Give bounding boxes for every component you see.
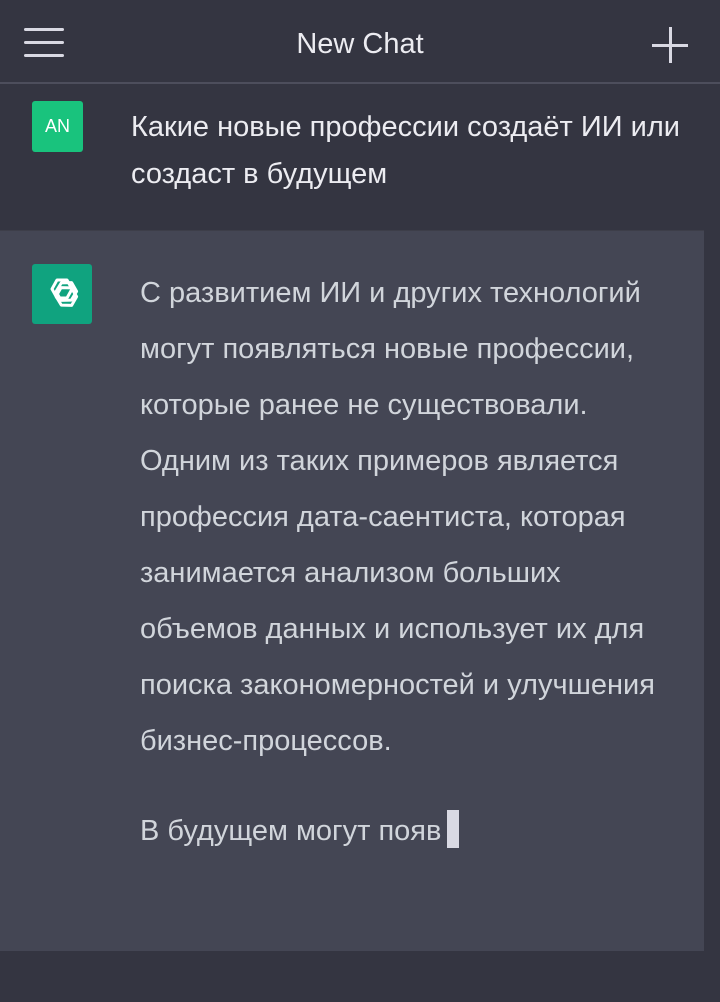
user-avatar: AN [32, 101, 83, 152]
assistant-message: С развитием ИИ и других технологий могут… [0, 230, 704, 951]
top-bar: New Chat [0, 0, 720, 84]
openai-logo-icon [50, 278, 79, 307]
assistant-paragraph-streaming: В будущем могут появ [140, 803, 680, 859]
assistant-partial-text: В будущем могут появ [140, 815, 442, 847]
new-chat-button[interactable] [652, 26, 690, 64]
page-title: New Chat [296, 28, 424, 60]
assistant-message-body: С развитием ИИ и других технологий могут… [140, 265, 680, 859]
typing-cursor [447, 810, 460, 848]
user-message: AN Какие новые профессии создаёт ИИ или … [0, 84, 720, 230]
assistant-paragraph: С развитием ИИ и других технологий могут… [140, 277, 655, 757]
user-message-text: Какие новые профессии создаёт ИИ или соз… [131, 111, 680, 190]
assistant-avatar [32, 264, 92, 324]
